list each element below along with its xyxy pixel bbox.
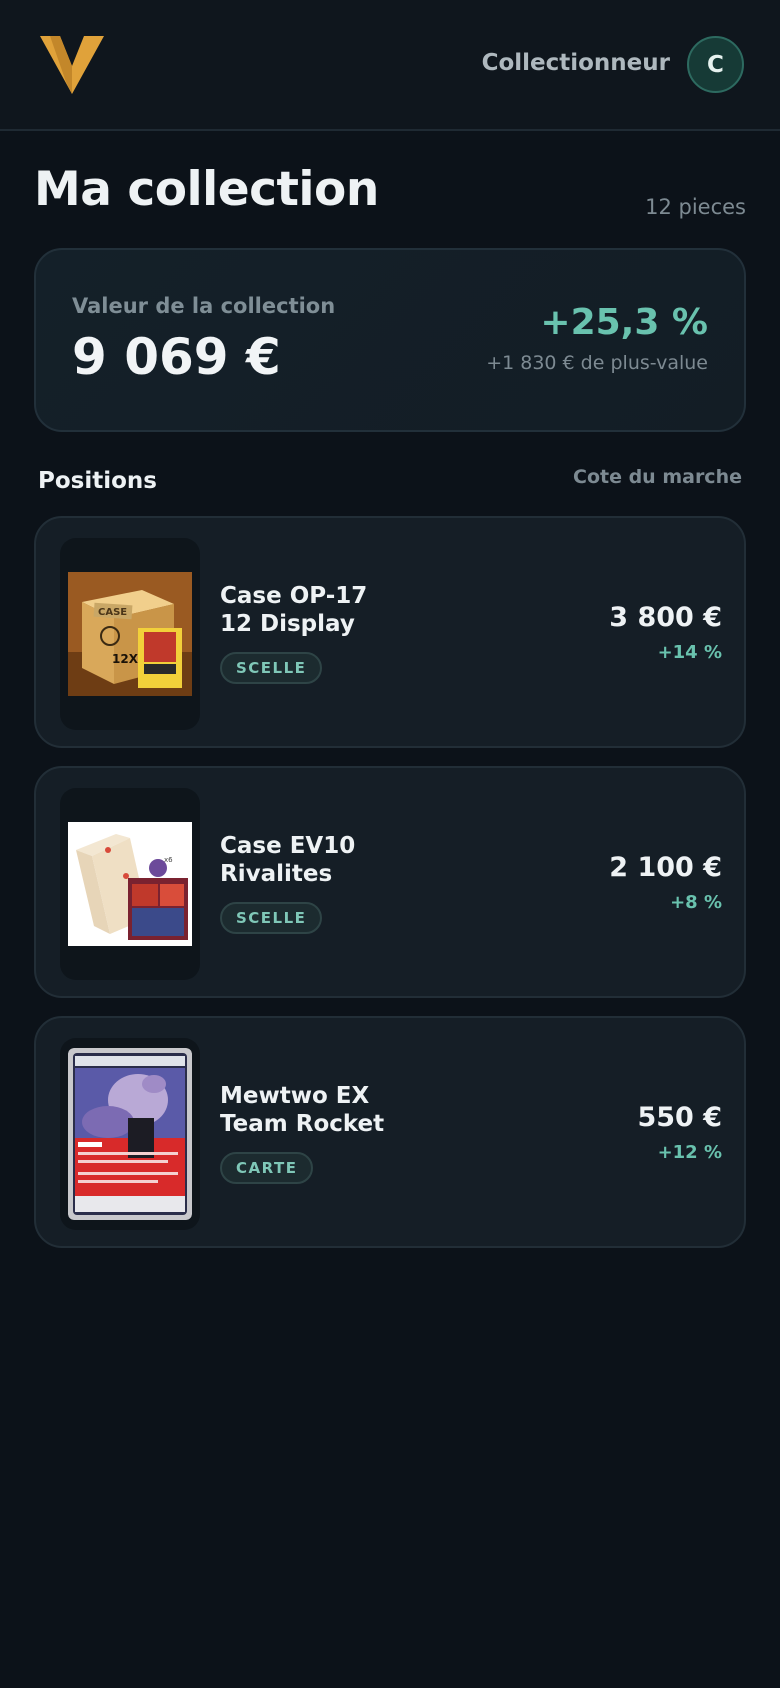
user-label[interactable]: Collectionneur [482,50,670,76]
item-change: +12 % [657,1142,722,1163]
product-thumbnail: CASE 12X [60,538,200,730]
summary-label: Valeur de la collection [72,294,336,318]
item-price: 2 100 € [609,852,722,883]
product-thumbnail [60,1038,200,1230]
svg-text:12X: 12X [112,652,139,666]
item-name-line2: Team Rocket [220,1111,385,1137]
position-card[interactable]: CASE 12X Case OP-17 12 Display SCELLE 3 … [34,516,746,748]
item-name-line1: Case EV10 [220,833,356,859]
category-badge: CARTE [220,1152,314,1184]
item-name: Mewtwo EX Team Rocket [220,1082,384,1138]
item-name-line2: 12 Display [220,611,355,637]
item-name-line2: Rivalites [220,861,333,887]
item-name: Case EV10 Rivalites [220,832,355,888]
category-badge: SCELLE [220,652,323,684]
product-thumbnail: x6 [60,788,200,980]
item-name-line1: Mewtwo EX [220,1083,370,1109]
svg-text:x6: x6 [164,856,173,864]
top-bar: Collectionneur C [0,0,780,131]
market-price-note: Cote du marche [573,466,742,488]
svg-text:CASE: CASE [98,607,127,618]
collection-summary-card: Valeur de la collection 9 069 € +25,3 % … [34,248,746,432]
page-title: Ma collection [34,162,379,217]
v-logo-icon[interactable] [40,36,104,94]
position-card[interactable]: Mewtwo EX Team Rocket CARTE 550 € +12 % [34,1016,746,1248]
item-count: 12 pieces [645,195,746,219]
item-price: 550 € [637,1102,722,1133]
collection-gain: +1 830 € de plus-value [486,352,708,374]
item-change: +8 % [670,892,722,913]
collection-value: 9 069 € [72,328,281,386]
position-card[interactable]: x6 Case EV10 Rivalites SCELLE 2 100 € +8… [34,766,746,998]
item-change: +14 % [657,642,722,663]
sealed-case-image: x6 [68,822,192,946]
avatar[interactable]: C [687,36,744,93]
item-price: 3 800 € [609,602,722,633]
positions-heading: Positions [38,468,157,494]
category-badge: SCELLE [220,902,323,934]
collection-performance: +25,3 % [540,302,708,343]
trading-card-image [68,1048,192,1220]
sealed-case-image: CASE 12X [68,572,192,696]
item-name-line1: Case OP-17 [220,583,368,609]
item-name: Case OP-17 12 Display [220,582,367,638]
